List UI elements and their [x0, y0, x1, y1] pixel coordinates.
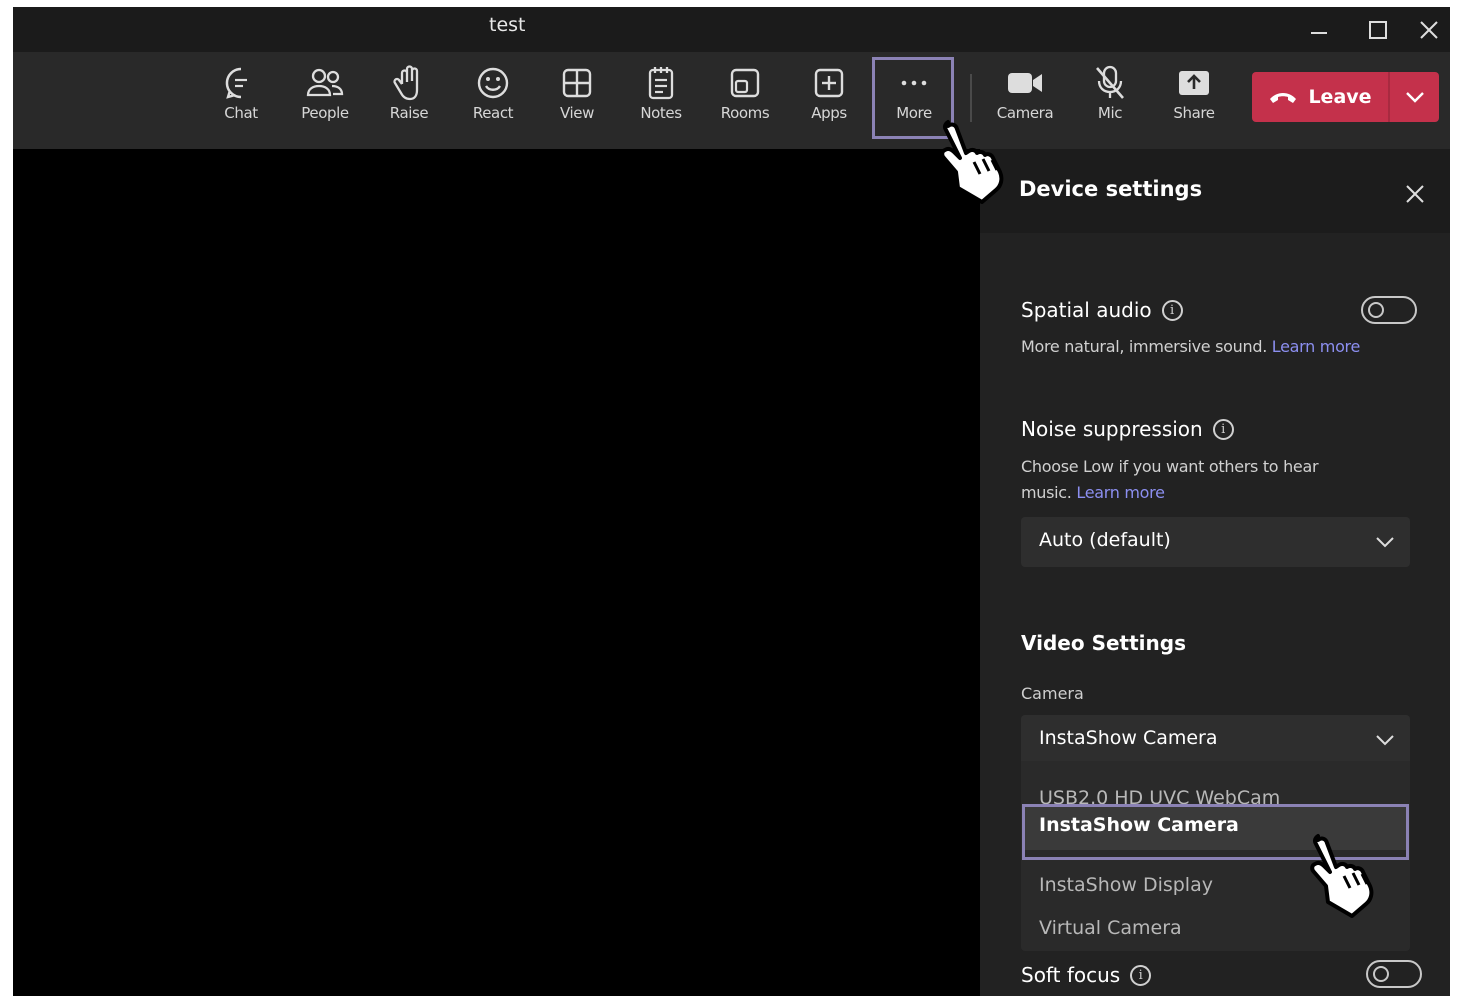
noise-suppression-desc: Choose Low if you want others to hear mu… — [1021, 454, 1346, 506]
raise-hand-icon — [393, 65, 419, 101]
people-label: People — [301, 104, 349, 122]
notes-icon — [648, 67, 674, 100]
leave-options-button[interactable] — [1390, 72, 1439, 122]
video-settings-heading: Video Settings — [1021, 631, 1186, 655]
leave-button-group: Leave — [1252, 72, 1439, 122]
maximize-button[interactable] — [1349, 7, 1407, 52]
minimize-icon — [1311, 31, 1327, 34]
apps-label: Apps — [811, 104, 847, 122]
panel-close-button[interactable] — [1400, 179, 1430, 209]
share-icon — [1179, 71, 1209, 95]
info-icon[interactable]: i — [1161, 299, 1183, 321]
react-label: React — [472, 104, 514, 122]
notes-button[interactable]: Notes — [621, 60, 701, 140]
camera-select[interactable]: InstaShow Camera — [1021, 715, 1410, 763]
apps-button[interactable]: Apps — [789, 60, 869, 140]
camera-field-label: Camera — [1021, 684, 1084, 703]
noise-desc-text: Choose Low if you want others to hear mu… — [1021, 457, 1319, 502]
noise-suppression-row: Noise suppression i — [1021, 417, 1234, 441]
share-button[interactable]: Share — [1154, 60, 1234, 140]
rooms-icon — [730, 68, 760, 98]
noise-learn-more-link[interactable]: Learn more — [1076, 483, 1165, 502]
panel-header: Device settings — [980, 149, 1450, 233]
plus-box-icon — [814, 68, 844, 98]
mic-button[interactable]: Mic — [1070, 60, 1150, 140]
spatial-audio-title: Spatial audio — [1021, 298, 1152, 322]
close-icon — [1406, 185, 1424, 203]
react-button[interactable]: React — [453, 60, 533, 140]
info-icon[interactable]: i — [1212, 418, 1234, 440]
toggle-knob — [1373, 966, 1389, 982]
close-icon — [1420, 20, 1438, 39]
people-icon — [306, 68, 344, 97]
camera-option[interactable]: Virtual Camera — [1039, 917, 1182, 939]
info-icon[interactable]: i — [1130, 964, 1152, 986]
pointing-hand-icon — [940, 120, 1004, 204]
spatial-audio-row: Spatial audio i — [1021, 298, 1183, 322]
camera-icon — [1008, 73, 1042, 93]
title-bar: test — [13, 7, 1450, 52]
noise-suppression-value: Auto (default) — [1039, 529, 1171, 551]
rooms-button[interactable]: Rooms — [705, 60, 785, 140]
leave-button[interactable]: Leave — [1252, 72, 1388, 122]
toggle-knob — [1368, 302, 1384, 318]
close-window-button[interactable] — [1408, 7, 1450, 52]
meeting-toolbar: Chat People Raise React View Notes Rooms — [13, 52, 1450, 149]
raise-hand-button[interactable]: Raise — [369, 60, 449, 140]
leave-label: Leave — [1308, 86, 1372, 108]
mic-label: Mic — [1097, 104, 1123, 122]
spatial-audio-toggle[interactable] — [1361, 296, 1417, 324]
chevron-down-icon — [1405, 92, 1424, 103]
spatial-audio-desc: More natural, immersive sound. Learn mor… — [1021, 334, 1441, 360]
spatial-audio-desc-text: More natural, immersive sound. — [1021, 337, 1267, 356]
camera-option[interactable]: InstaShow Display — [1039, 874, 1213, 896]
spatial-learn-more-link[interactable]: Learn more — [1272, 337, 1361, 356]
soft-focus-title: Soft focus — [1021, 963, 1121, 987]
chat-label: Chat — [224, 104, 258, 122]
noise-suppression-title: Noise suppression — [1021, 417, 1203, 441]
hang-up-icon — [1270, 93, 1297, 103]
view-label: View — [560, 104, 594, 122]
raise-label: Raise — [389, 104, 429, 122]
window-title: test — [489, 14, 526, 36]
minimize-button[interactable] — [1290, 7, 1348, 52]
share-label: Share — [1173, 104, 1215, 122]
people-button[interactable]: People — [285, 60, 365, 140]
camera-select-value: InstaShow Camera — [1039, 727, 1218, 749]
pointing-hand-icon — [1310, 834, 1374, 918]
maximize-icon — [1369, 20, 1387, 39]
mic-off-icon — [1096, 65, 1124, 99]
chevron-down-icon — [1376, 735, 1394, 746]
grid-icon — [562, 68, 592, 98]
toolbar-separator — [970, 74, 972, 122]
panel-title: Device settings — [1019, 177, 1203, 201]
notes-label: Notes — [640, 104, 682, 122]
rooms-label: Rooms — [720, 104, 770, 122]
soft-focus-row: Soft focus i — [1021, 963, 1152, 987]
noise-suppression-select[interactable]: Auto (default) — [1021, 517, 1410, 567]
chevron-down-icon — [1376, 537, 1394, 548]
soft-focus-toggle[interactable] — [1366, 960, 1422, 988]
view-button[interactable]: View — [537, 60, 617, 140]
video-stage — [13, 149, 980, 996]
chat-button[interactable]: Chat — [201, 60, 281, 140]
smiley-icon — [477, 67, 509, 99]
chat-icon — [225, 67, 247, 99]
